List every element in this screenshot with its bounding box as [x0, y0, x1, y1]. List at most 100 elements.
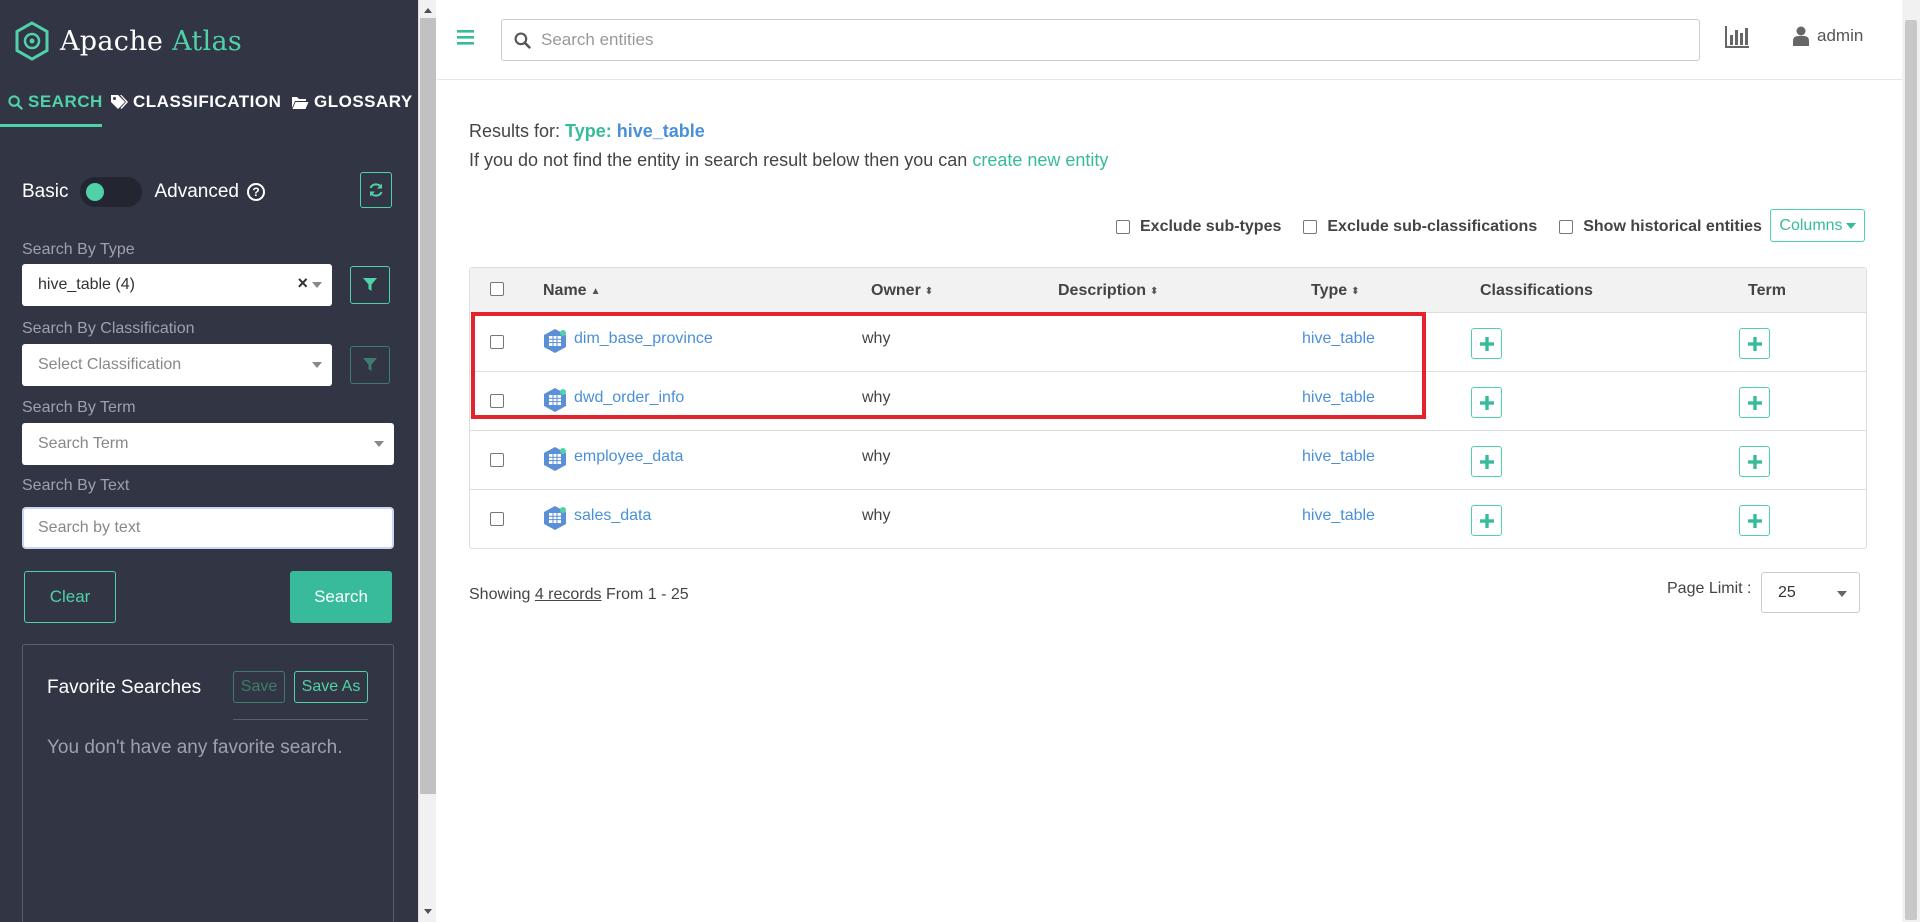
- plus-icon: [1747, 336, 1762, 351]
- sidebar-scrollbar[interactable]: [418, 0, 436, 922]
- table-row: employee_data why hive_table: [470, 431, 1866, 490]
- tab-classification[interactable]: CLASSIFICATION: [110, 86, 281, 118]
- help-icon[interactable]: ?: [246, 183, 265, 201]
- column-owner[interactable]: Owner ⬍: [871, 282, 933, 300]
- hamburger-menu-icon[interactable]: [457, 30, 474, 50]
- columns-label: Columns: [1779, 216, 1843, 234]
- global-search-input[interactable]: [541, 30, 1641, 50]
- classification-select-placeholder: Select Classification: [38, 356, 182, 373]
- search-button[interactable]: Search: [290, 571, 392, 623]
- type-select-value: hive_table (4): [38, 276, 135, 293]
- page-limit-value: 25: [1778, 583, 1796, 601]
- add-classification-button[interactable]: [1471, 446, 1502, 477]
- column-description[interactable]: Description ⬍: [1058, 282, 1158, 300]
- plus-icon: [1479, 513, 1494, 528]
- column-name[interactable]: Name ▲: [543, 282, 600, 300]
- basic-label: Basic: [22, 181, 69, 202]
- add-classification-button[interactable]: [1471, 387, 1502, 418]
- add-classification-button[interactable]: [1471, 505, 1502, 536]
- search-mode-toggle[interactable]: [80, 177, 143, 207]
- hive-table-icon: [544, 506, 566, 530]
- show-historical-option[interactable]: Show historical entities: [1559, 218, 1762, 236]
- plus-icon: [1747, 513, 1762, 528]
- user-icon: [1793, 26, 1809, 46]
- scrollbar-thumb[interactable]: [420, 18, 436, 794]
- save-button[interactable]: Save: [233, 671, 285, 703]
- highlight-annotation-box: [471, 312, 1426, 419]
- app-logo[interactable]: Apache Atlas: [14, 20, 242, 62]
- columns-button[interactable]: Columns: [1770, 209, 1865, 242]
- toggle-knob: [86, 183, 105, 201]
- exclude-subtypes-label: Exclude sub-types: [1140, 218, 1282, 235]
- row-checkbox[interactable]: [490, 453, 504, 467]
- column-type[interactable]: Type ⬍: [1311, 282, 1360, 300]
- scroll-down-icon[interactable]: [424, 909, 432, 914]
- exclude-subtypes-checkbox[interactable]: [1116, 220, 1130, 234]
- term-select[interactable]: Search Term: [22, 423, 394, 465]
- entity-type-link[interactable]: hive_table: [1302, 507, 1375, 525]
- refresh-icon: [369, 183, 383, 197]
- global-search-box[interactable]: [501, 19, 1700, 61]
- table-header: Name ▲ Owner ⬍ Description ⬍ Type ⬍ Classifi…: [470, 268, 1866, 313]
- result-filters: Exclude sub-types Exclude sub-classifica…: [1116, 212, 1784, 242]
- select-all-checkbox[interactable]: [490, 282, 504, 296]
- entity-type-link[interactable]: hive_table: [1302, 448, 1375, 466]
- clear-type-icon[interactable]: ×: [297, 273, 308, 294]
- showing-prefix: Showing: [469, 586, 531, 603]
- exclude-subclassifications-checkbox[interactable]: [1303, 220, 1318, 234]
- plus-icon: [1479, 395, 1494, 410]
- type-select[interactable]: hive_table (4) ×: [22, 264, 332, 306]
- search-by-text-label: Search By Text: [22, 477, 130, 494]
- add-term-button[interactable]: [1739, 387, 1770, 418]
- add-term-button[interactable]: [1739, 446, 1770, 477]
- clear-button[interactable]: Clear: [24, 571, 116, 623]
- exclude-subclassifications-option[interactable]: Exclude sub-classifications: [1303, 218, 1537, 236]
- add-term-button[interactable]: [1739, 328, 1770, 359]
- entity-name-link[interactable]: sales_data: [574, 507, 651, 525]
- page-limit-label: Page Limit :: [1667, 580, 1752, 597]
- create-entity-link[interactable]: create new entity: [972, 150, 1108, 170]
- filter-icon: [363, 358, 377, 371]
- active-tab-indicator: [0, 124, 102, 127]
- tab-glossary[interactable]: GLOSSARY: [291, 86, 413, 118]
- scrollbar-thumb[interactable]: [1905, 20, 1917, 920]
- results-for-label: Results for:: [469, 121, 561, 141]
- classification-select[interactable]: Select Classification: [22, 344, 332, 386]
- search-by-term-label: Search By Term: [22, 399, 136, 416]
- plus-icon: [1747, 454, 1762, 469]
- exclude-subtypes-option[interactable]: Exclude sub-types: [1116, 218, 1281, 236]
- records-summary: Showing 4 records From 1 - 25: [469, 586, 689, 604]
- column-owner-label: Owner: [871, 282, 921, 299]
- classification-filter-button[interactable]: [350, 346, 390, 384]
- chevron-down-icon: [312, 282, 322, 288]
- scroll-up-icon[interactable]: [424, 8, 432, 13]
- not-found-text: If you do not find the entity in search …: [469, 150, 968, 170]
- save-as-button[interactable]: Save As: [294, 671, 368, 703]
- results-type-value: hive_table: [616, 121, 705, 141]
- chevron-down-icon: [374, 441, 384, 447]
- plus-icon: [1479, 336, 1494, 351]
- records-count-link[interactable]: 4 records: [535, 586, 602, 603]
- refresh-button[interactable]: [360, 172, 392, 208]
- app-name: Apache Atlas: [60, 25, 243, 57]
- sort-icon: ⬍: [1351, 285, 1360, 297]
- tags-icon: [111, 95, 128, 109]
- add-term-button[interactable]: [1739, 505, 1770, 536]
- show-historical-checkbox[interactable]: [1559, 220, 1574, 234]
- row-checkbox[interactable]: [490, 512, 504, 526]
- sidebar-tabs: SEARCH CLASSIFICATION GLOSSARY: [0, 86, 418, 118]
- statistics-icon[interactable]: [1725, 26, 1749, 53]
- search-text-input[interactable]: [22, 507, 394, 549]
- plus-icon: [1479, 454, 1494, 469]
- main-scrollbar[interactable]: [1902, 0, 1920, 922]
- page-limit-select[interactable]: 25: [1761, 572, 1860, 613]
- search-icon: [8, 94, 23, 110]
- user-menu[interactable]: admin: [1793, 26, 1863, 46]
- search-mode-row: Basic Advanced ?: [22, 175, 394, 209]
- add-classification-button[interactable]: [1471, 328, 1502, 359]
- entity-name-link[interactable]: employee_data: [574, 448, 683, 466]
- type-filter-button[interactable]: [350, 266, 390, 304]
- tab-search[interactable]: SEARCH: [8, 86, 103, 118]
- caret-down-icon: [1845, 222, 1856, 229]
- records-range: From 1 - 25: [605, 586, 689, 603]
